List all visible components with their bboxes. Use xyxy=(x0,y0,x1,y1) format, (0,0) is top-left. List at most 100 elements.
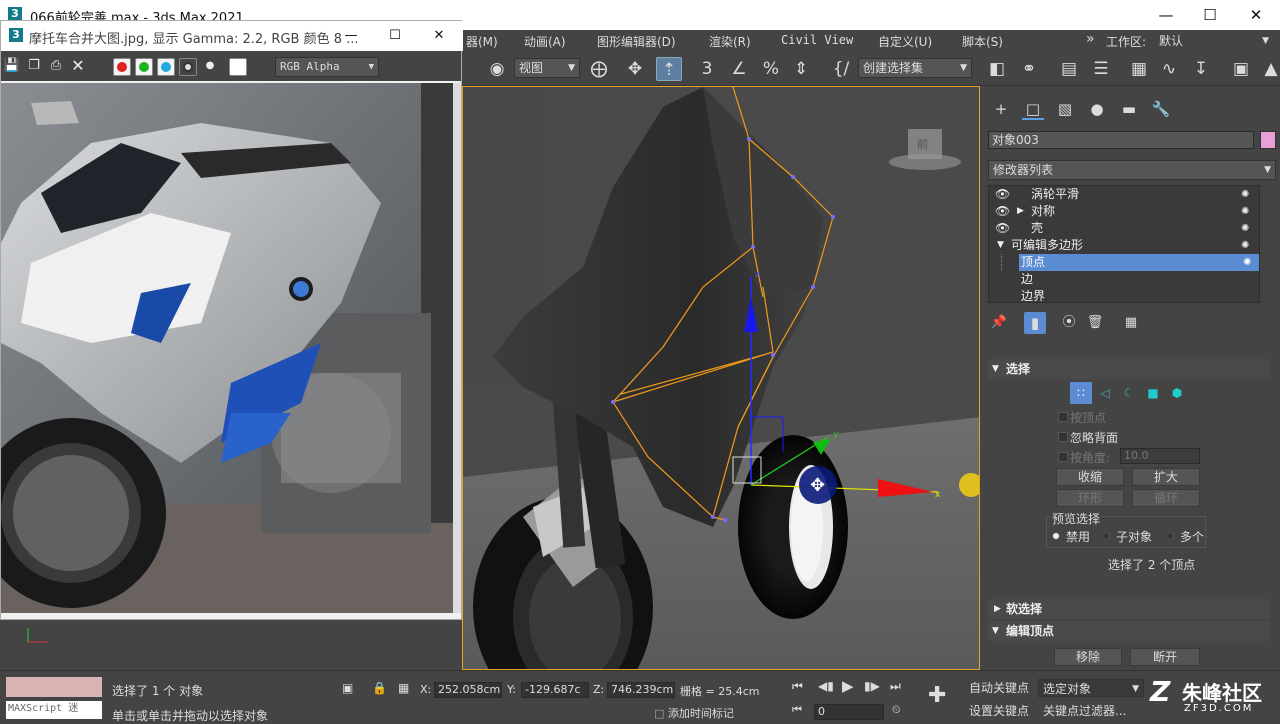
schematic-view-icon[interactable]: ↧ xyxy=(1188,57,1214,81)
element-mode-icon[interactable]: ⬢ xyxy=(1166,382,1188,404)
pivot-center-icon[interactable]: ⨁ xyxy=(586,57,612,81)
viewer-maximize-button[interactable]: ☐ xyxy=(375,25,415,47)
eye-icon[interactable]: 👁 xyxy=(995,186,1010,203)
print-icon[interactable]: ⎙ xyxy=(47,57,65,75)
object-color-swatch[interactable] xyxy=(1260,131,1276,149)
pin-stack-icon[interactable]: 📌 xyxy=(988,312,1010,334)
remove-modifier-icon[interactable]: 🗑 xyxy=(1084,312,1106,334)
maxscript-listener-top[interactable] xyxy=(6,677,102,697)
percent-snap-icon[interactable]: % xyxy=(758,57,784,81)
by-angle-checkbox[interactable] xyxy=(1058,452,1068,462)
mono-toggle-icon[interactable]: ● xyxy=(201,57,219,75)
perspective-viewport[interactable]: z x y ✥ 前 xyxy=(462,86,980,670)
align-icon[interactable]: ⚭ xyxy=(1016,57,1042,81)
clear-icon[interactable]: ✕ xyxy=(69,57,87,75)
remove-button[interactable]: 移除 xyxy=(1054,648,1122,666)
menu-civil-view[interactable]: Civil View xyxy=(781,33,853,47)
maxscript-mini-listener[interactable]: MAXScript 迷 xyxy=(6,701,102,719)
by-vertex-checkbox[interactable] xyxy=(1058,412,1068,422)
collapse-arrow-icon[interactable]: ▼ xyxy=(997,237,1004,254)
save-image-icon[interactable]: 💾 xyxy=(3,57,21,75)
preview-multi-radio[interactable] xyxy=(1166,532,1174,540)
edge-mode-icon[interactable]: ◁ xyxy=(1094,382,1116,404)
maximize-button[interactable]: ☐ xyxy=(1190,4,1230,26)
border-mode-icon[interactable]: ☾ xyxy=(1118,382,1140,404)
next-frame-icon[interactable]: ▮▶ xyxy=(864,679,880,693)
z-coordinate-field[interactable]: 746.239cm xyxy=(607,682,675,698)
polygon-mode-icon[interactable]: ■ xyxy=(1142,382,1164,404)
background-color-swatch[interactable] xyxy=(229,58,247,76)
utilities-tab-icon[interactable]: 🔧 xyxy=(1150,98,1172,120)
material-editor-icon[interactable]: ▣ xyxy=(1228,57,1254,81)
current-frame-field[interactable]: 0 xyxy=(814,704,884,720)
vertex-mode-icon[interactable]: ∷ xyxy=(1070,382,1092,404)
hierarchy-tab-icon[interactable]: ▧ xyxy=(1054,98,1076,120)
add-time-tag-button[interactable]: □ 添加时间标记 xyxy=(654,705,754,721)
stack-item-symmetry[interactable]: 👁 ▶ 对称 ✺ xyxy=(991,203,1259,220)
blue-channel-toggle[interactable] xyxy=(157,58,175,76)
clone-window-icon[interactable]: ❐ xyxy=(25,57,43,75)
red-channel-toggle[interactable] xyxy=(113,58,131,76)
x-coordinate-field[interactable]: 252.058cm xyxy=(434,682,502,698)
minimize-button[interactable]: — xyxy=(1146,4,1186,26)
select-manipulate-icon[interactable]: ⇡ xyxy=(656,57,682,81)
by-angle-spinner[interactable]: 10.0 xyxy=(1120,448,1200,464)
menu-graph-editors[interactable]: 图形编辑器(D) xyxy=(597,33,676,50)
absolute-mode-icon[interactable]: ▦ xyxy=(398,681,414,697)
snap-3d-icon[interactable]: 3 xyxy=(694,57,720,81)
named-selection-select[interactable]: 创建选择集 ▼ xyxy=(858,58,972,78)
go-to-end-icon[interactable]: ⏭ xyxy=(890,679,901,694)
viewer-minimize-button[interactable]: — xyxy=(331,25,371,47)
menu-scripting[interactable]: 脚本(S) xyxy=(962,33,1003,50)
y-coordinate-field[interactable]: -129.687c xyxy=(521,682,589,698)
preview-disabled-radio[interactable] xyxy=(1052,532,1060,540)
menu-modifiers[interactable]: 器(M) xyxy=(466,33,498,50)
snap-link-icon[interactable]: ◉ xyxy=(484,57,510,81)
modify-tab-icon[interactable]: □ xyxy=(1022,98,1044,120)
render-setup-icon[interactable]: ▲ xyxy=(1258,57,1280,81)
menu-animation[interactable]: 动画(A) xyxy=(524,33,566,50)
key-mode-icon[interactable]: ⏮ xyxy=(792,703,802,717)
stack-item-edge[interactable]: 边 xyxy=(991,271,1259,288)
reference-coord-select[interactable]: 视图 ▼ xyxy=(514,58,580,78)
motion-tab-icon[interactable]: ● xyxy=(1086,98,1108,120)
layer-manager-icon[interactable]: ▤ xyxy=(1056,57,1082,81)
configure-sets-icon[interactable]: ▦ xyxy=(1120,312,1142,334)
show-end-result-icon[interactable]: ▮ xyxy=(1024,312,1046,334)
previous-frame-icon[interactable]: ◀▮ xyxy=(818,679,834,693)
mirror-icon[interactable]: ◧ xyxy=(984,57,1010,81)
shrink-button[interactable]: 收缩 xyxy=(1056,468,1124,486)
stack-item-editable-poly[interactable]: ▼ 可编辑多边形 ✺ xyxy=(991,237,1259,254)
viewer-close-button[interactable]: ✕ xyxy=(419,25,459,47)
display-tab-icon[interactable]: ▬ xyxy=(1118,98,1140,120)
stack-item-vertex[interactable]: 顶点 ✺ xyxy=(991,254,1259,271)
menu-customize[interactable]: 自定义(U) xyxy=(878,33,932,50)
grow-button[interactable]: 扩大 xyxy=(1132,468,1200,486)
stack-item-shell[interactable]: 👁 壳 ✺ xyxy=(991,220,1259,237)
auto-key-button[interactable]: 自动关键点 xyxy=(966,679,1032,697)
scene-explorer-icon[interactable]: ☰ xyxy=(1088,57,1114,81)
spinner-snap-icon[interactable]: ⇕ xyxy=(788,57,814,81)
expand-arrow-icon[interactable]: ▶ xyxy=(1017,203,1024,220)
set-key-button[interactable]: 设置关键点 xyxy=(966,702,1032,720)
time-config-icon[interactable]: ⏲ xyxy=(892,703,901,717)
object-name-field[interactable]: 对象003 xyxy=(988,131,1254,149)
workspace-select[interactable]: 默认 ▼ xyxy=(1154,31,1274,51)
eye-icon[interactable]: 👁 xyxy=(995,203,1010,220)
menu-rendering[interactable]: 渲染(R) xyxy=(709,33,751,50)
channel-display-select[interactable]: RGB Alpha ▼ xyxy=(275,57,379,77)
key-filter-plus-icon[interactable]: ✚ xyxy=(928,683,946,708)
menu-overflow-button[interactable]: » xyxy=(1086,31,1095,47)
curve-editor-icon[interactable]: ∿ xyxy=(1156,57,1182,81)
stack-item-turbosmooth[interactable]: 👁 涡轮平滑 ✺ xyxy=(991,186,1259,203)
stack-scrollbar[interactable] xyxy=(1265,186,1277,302)
edit-vertices-rollout-header[interactable]: ▼ 编辑顶点 xyxy=(988,621,1270,641)
green-channel-toggle[interactable] xyxy=(135,58,153,76)
eye-icon[interactable]: 👁 xyxy=(995,220,1010,237)
alpha-channel-toggle[interactable] xyxy=(179,58,197,76)
soft-selection-rollout-header[interactable]: ▶ 软选择 xyxy=(988,599,1270,619)
stack-item-border[interactable]: 边界 xyxy=(991,288,1259,305)
close-button[interactable]: ✕ xyxy=(1236,4,1276,26)
angle-snap-icon[interactable]: ∠ xyxy=(726,57,752,81)
selection-rollout-header[interactable]: ▼ 选择 xyxy=(988,359,1270,379)
